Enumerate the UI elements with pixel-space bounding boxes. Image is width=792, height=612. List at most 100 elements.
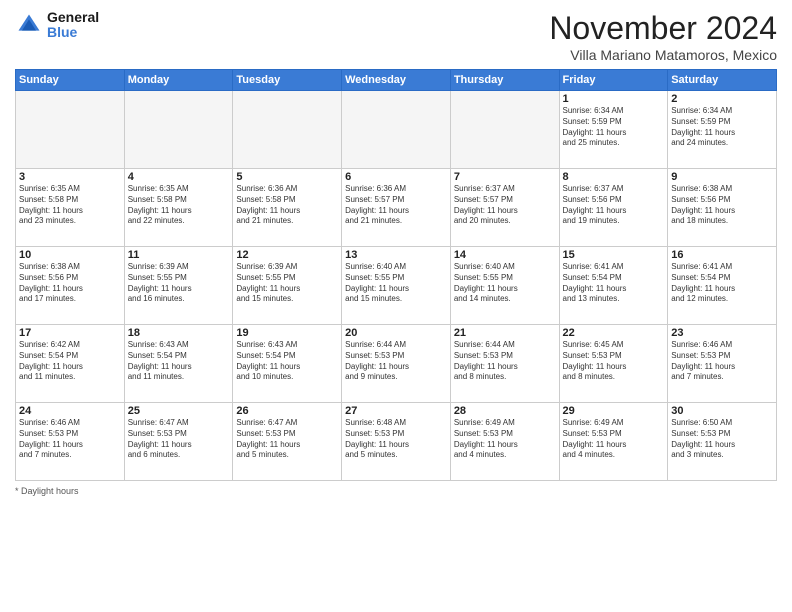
table-row: 6Sunrise: 6:36 AM Sunset: 5:57 PM Daylig…	[342, 169, 451, 247]
table-row: 16Sunrise: 6:41 AM Sunset: 5:54 PM Dayli…	[668, 247, 777, 325]
day-info: Sunrise: 6:37 AM Sunset: 5:57 PM Dayligh…	[454, 184, 556, 227]
day-number: 4	[128, 171, 230, 183]
col-tuesday: Tuesday	[233, 70, 342, 91]
table-row: 25Sunrise: 6:47 AM Sunset: 5:53 PM Dayli…	[124, 403, 233, 481]
calendar-table: Sunday Monday Tuesday Wednesday Thursday…	[15, 69, 777, 481]
day-info: Sunrise: 6:41 AM Sunset: 5:54 PM Dayligh…	[563, 262, 665, 305]
day-info: Sunrise: 6:35 AM Sunset: 5:58 PM Dayligh…	[128, 184, 230, 227]
table-row: 8Sunrise: 6:37 AM Sunset: 5:56 PM Daylig…	[559, 169, 668, 247]
day-number: 2	[671, 93, 773, 105]
logo-text: General Blue	[47, 10, 99, 41]
day-number: 3	[19, 171, 121, 183]
day-info: Sunrise: 6:43 AM Sunset: 5:54 PM Dayligh…	[236, 340, 338, 383]
day-info: Sunrise: 6:46 AM Sunset: 5:53 PM Dayligh…	[19, 418, 121, 461]
table-row: 26Sunrise: 6:47 AM Sunset: 5:53 PM Dayli…	[233, 403, 342, 481]
day-number: 22	[563, 327, 665, 339]
table-row: 3Sunrise: 6:35 AM Sunset: 5:58 PM Daylig…	[16, 169, 125, 247]
day-info: Sunrise: 6:34 AM Sunset: 5:59 PM Dayligh…	[563, 106, 665, 149]
calendar-row: 17Sunrise: 6:42 AM Sunset: 5:54 PM Dayli…	[16, 325, 777, 403]
col-wednesday: Wednesday	[342, 70, 451, 91]
day-info: Sunrise: 6:40 AM Sunset: 5:55 PM Dayligh…	[345, 262, 447, 305]
table-row: 23Sunrise: 6:46 AM Sunset: 5:53 PM Dayli…	[668, 325, 777, 403]
day-info: Sunrise: 6:48 AM Sunset: 5:53 PM Dayligh…	[345, 418, 447, 461]
logo: General Blue	[15, 10, 99, 41]
day-info: Sunrise: 6:39 AM Sunset: 5:55 PM Dayligh…	[236, 262, 338, 305]
table-row	[342, 91, 451, 169]
calendar-row: 1Sunrise: 6:34 AM Sunset: 5:59 PM Daylig…	[16, 91, 777, 169]
calendar-row: 3 Sunrise: 6:35 AM Sunset: 5:58 PM Daylig…	[16, 169, 777, 247]
day-info: Sunrise: 6:49 AM Sunset: 5:53 PM Dayligh…	[454, 418, 556, 461]
col-friday: Friday	[559, 70, 668, 91]
table-row: 18Sunrise: 6:43 AM Sunset: 5:54 PM Dayli…	[124, 325, 233, 403]
day-number: 21	[454, 327, 556, 339]
logo-icon	[15, 11, 43, 39]
calendar-row: 24Sunrise: 6:46 AM Sunset: 5:53 PM Dayli…	[16, 403, 777, 481]
day-number: 8	[563, 171, 665, 183]
day-number: 14	[454, 249, 556, 261]
day-number: 16	[671, 249, 773, 261]
table-row: 17Sunrise: 6:42 AM Sunset: 5:54 PM Dayli…	[16, 325, 125, 403]
day-number: 11	[128, 249, 230, 261]
table-row: 10Sunrise: 6:38 AM Sunset: 5:56 PM Dayli…	[16, 247, 125, 325]
day-info: Sunrise: 6:44 AM Sunset: 5:53 PM Dayligh…	[345, 340, 447, 383]
table-row: 28Sunrise: 6:49 AM Sunset: 5:53 PM Dayli…	[450, 403, 559, 481]
day-info: Sunrise: 6:50 AM Sunset: 5:53 PM Dayligh…	[671, 418, 773, 461]
day-info: Sunrise: 6:36 AM Sunset: 5:58 PM Dayligh…	[236, 184, 338, 227]
page: General Blue November 2024 Villa Mariano…	[0, 0, 792, 612]
day-number: 30	[671, 405, 773, 417]
header: General Blue November 2024 Villa Mariano…	[15, 10, 777, 63]
day-info: Sunrise: 6:46 AM Sunset: 5:53 PM Dayligh…	[671, 340, 773, 383]
day-number: 17	[19, 327, 121, 339]
day-number: 15	[563, 249, 665, 261]
day-info: Sunrise: 6:38 AM Sunset: 5:56 PM Dayligh…	[671, 184, 773, 227]
table-row: 19Sunrise: 6:43 AM Sunset: 5:54 PM Dayli…	[233, 325, 342, 403]
table-row: 5Sunrise: 6:36 AM Sunset: 5:58 PM Daylig…	[233, 169, 342, 247]
table-row: 27Sunrise: 6:48 AM Sunset: 5:53 PM Dayli…	[342, 403, 451, 481]
table-row: 4Sunrise: 6:35 AM Sunset: 5:58 PM Daylig…	[124, 169, 233, 247]
month-title: November 2024	[549, 10, 777, 47]
day-number: 28	[454, 405, 556, 417]
day-info: Sunrise: 6:38 AM Sunset: 5:56 PM Dayligh…	[19, 262, 121, 305]
footer: * Daylight hours	[15, 486, 777, 496]
day-number: 24	[19, 405, 121, 417]
day-info: Sunrise: 6:42 AM Sunset: 5:54 PM Dayligh…	[19, 340, 121, 383]
day-number: 23	[671, 327, 773, 339]
col-saturday: Saturday	[668, 70, 777, 91]
title-block: November 2024 Villa Mariano Matamoros, M…	[549, 10, 777, 63]
day-info: Sunrise: 6:40 AM Sunset: 5:55 PM Dayligh…	[454, 262, 556, 305]
footer-label: Daylight hours	[21, 486, 79, 496]
day-info: Sunrise: 6:45 AM Sunset: 5:53 PM Dayligh…	[563, 340, 665, 383]
table-row	[124, 91, 233, 169]
day-number: 7	[454, 171, 556, 183]
table-row	[16, 91, 125, 169]
table-row	[450, 91, 559, 169]
day-number: 9	[671, 171, 773, 183]
table-row	[233, 91, 342, 169]
day-info: Sunrise: 6:37 AM Sunset: 5:56 PM Dayligh…	[563, 184, 665, 227]
col-monday: Monday	[124, 70, 233, 91]
day-info: Sunrise: 6:49 AM Sunset: 5:53 PM Dayligh…	[563, 418, 665, 461]
calendar-header-row: Sunday Monday Tuesday Wednesday Thursday…	[16, 70, 777, 91]
day-info: Sunrise: 6:43 AM Sunset: 5:54 PM Dayligh…	[128, 340, 230, 383]
table-row: 20Sunrise: 6:44 AM Sunset: 5:53 PM Dayli…	[342, 325, 451, 403]
day-number: 6	[345, 171, 447, 183]
table-row: 1Sunrise: 6:34 AM Sunset: 5:59 PM Daylig…	[559, 91, 668, 169]
day-info: Sunrise: 6:47 AM Sunset: 5:53 PM Dayligh…	[236, 418, 338, 461]
day-number: 18	[128, 327, 230, 339]
calendar-body: 1Sunrise: 6:34 AM Sunset: 5:59 PM Daylig…	[16, 91, 777, 481]
day-number: 20	[345, 327, 447, 339]
day-number: 10	[19, 249, 121, 261]
table-row: 14Sunrise: 6:40 AM Sunset: 5:55 PM Dayli…	[450, 247, 559, 325]
day-number: 5	[236, 171, 338, 183]
day-info: Sunrise: 6:39 AM Sunset: 5:55 PM Dayligh…	[128, 262, 230, 305]
table-row: 29Sunrise: 6:49 AM Sunset: 5:53 PM Dayli…	[559, 403, 668, 481]
day-number: 19	[236, 327, 338, 339]
day-info: Sunrise: 6:36 AM Sunset: 5:57 PM Dayligh…	[345, 184, 447, 227]
location-title: Villa Mariano Matamoros, Mexico	[549, 47, 777, 63]
table-row: 11Sunrise: 6:39 AM Sunset: 5:55 PM Dayli…	[124, 247, 233, 325]
day-number: 12	[236, 249, 338, 261]
col-sunday: Sunday	[16, 70, 125, 91]
day-number: 25	[128, 405, 230, 417]
table-row: 13Sunrise: 6:40 AM Sunset: 5:55 PM Dayli…	[342, 247, 451, 325]
day-info: Sunrise: 6:47 AM Sunset: 5:53 PM Dayligh…	[128, 418, 230, 461]
